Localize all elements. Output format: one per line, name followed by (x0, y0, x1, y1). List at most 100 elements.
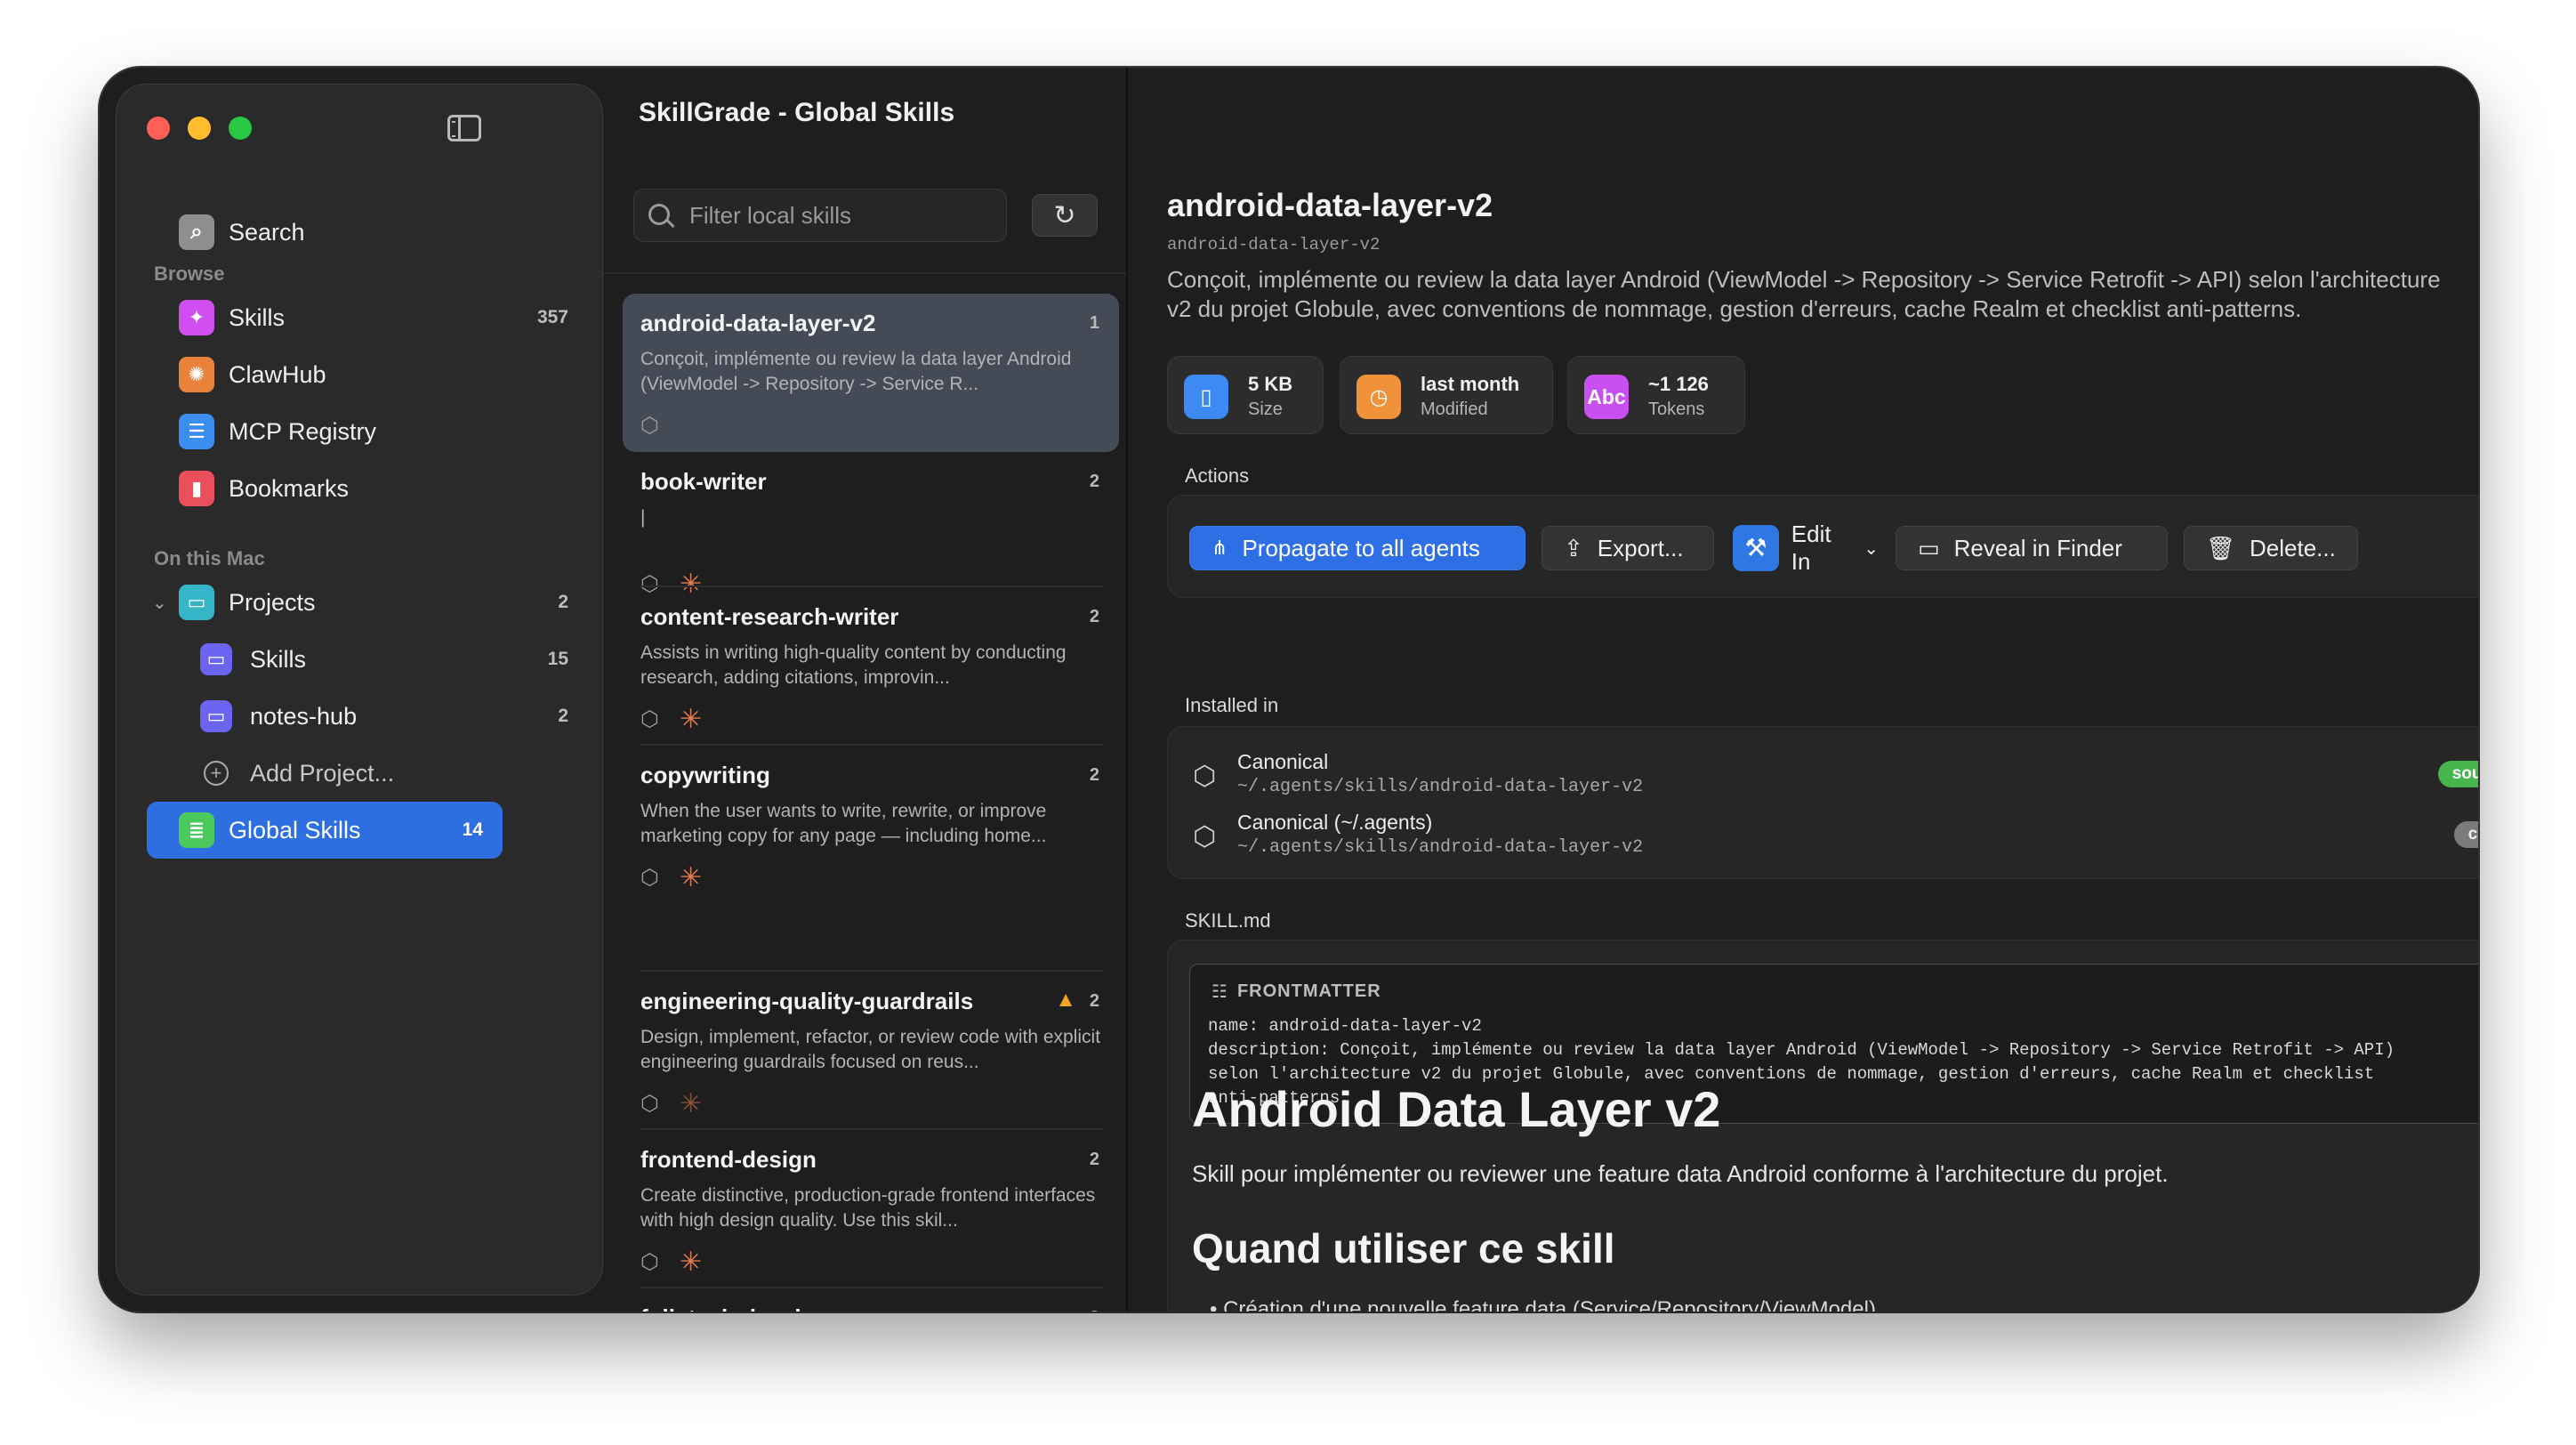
stat-value: 5 KB (1248, 373, 1293, 395)
sidebar-item-count: 357 (536, 307, 568, 327)
list-item[interactable]: content-research-writer 2 Assists in wri… (623, 587, 1119, 746)
chevron-down-icon: ⌄ (1864, 538, 1879, 559)
sidebar-item-label: Skills (250, 645, 307, 673)
button-label: Reveal in Finder (1953, 534, 2122, 561)
divider (603, 272, 1126, 274)
button-label: Edit In (1791, 521, 1831, 575)
list-item[interactable]: frontend-design 2 Create distinctive, pr… (623, 1130, 1119, 1288)
sidebar-item-label: Search (229, 218, 305, 246)
zoom-window-button[interactable] (229, 117, 252, 140)
document-icon: ▯ (1184, 375, 1228, 419)
skill-title: android-data-layer-v2 (1167, 187, 1493, 223)
cube-icon: ⬡ (640, 1250, 659, 1274)
stat-value: last month (1421, 373, 1520, 395)
markdown-paragraph: Skill pour implémenter ou reviewer une f… (1192, 1160, 2169, 1187)
chevron-down-icon[interactable]: ⌄ (152, 592, 167, 614)
delete-button[interactable]: 🗑︎ Delete... (2184, 526, 2358, 570)
claude-star-icon: ✳ (680, 1247, 703, 1277)
lobster-icon: ✺ (179, 357, 214, 392)
source-badge: source (2437, 761, 2478, 787)
sidebar-item-mcp-registry[interactable]: ☰ MCP Registry (117, 403, 604, 460)
cube-icon: ⬡ (640, 707, 659, 731)
skill-name: content-research-writer (640, 603, 899, 630)
refresh-icon: ↻ (1053, 200, 1076, 230)
skill-name: copywriting (640, 762, 770, 788)
sidebar-item-project-notes-hub[interactable]: ▭ notes-hub 2 (117, 688, 604, 745)
list-item-text: Création d'une nouvelle feature data (Se… (1223, 1297, 1876, 1312)
skill-install-count: 2 (1089, 765, 1099, 785)
sidebar-toggle-icon[interactable] (447, 115, 481, 141)
sidebar-item-skills[interactable]: ✦ Skills 357 (117, 289, 604, 346)
minimize-window-button[interactable] (188, 117, 211, 140)
add-project-label: Add Project... (250, 759, 395, 787)
sidebar-item-global-skills[interactable]: ≣ Global Skills 14 (147, 802, 503, 859)
propagate-button[interactable]: ⋔ Propagate to all agents (1189, 526, 1525, 570)
installed-location-row[interactable]: ⬡ Canonical (~/.agents) ~/.agents/skills… (1168, 803, 2478, 864)
refresh-button[interactable]: ↻ (1032, 194, 1098, 237)
folder-icon: ▭ (179, 585, 214, 620)
sidebar-item-bookmarks[interactable]: ▮ Bookmarks (117, 460, 604, 517)
filter-input[interactable] (689, 190, 992, 241)
close-window-button[interactable] (147, 117, 170, 140)
stat-label: Size (1248, 400, 1283, 419)
skill-description: | (640, 507, 646, 528)
skill-install-count: 2 (1089, 607, 1099, 626)
sidebar-item-count: 2 (558, 706, 568, 726)
claude-star-icon: ✳ (680, 863, 703, 892)
cube-icon: ⬡ (1193, 822, 1217, 852)
sidebar-item-clawhub[interactable]: ✺ ClawHub (117, 346, 604, 403)
server-icon: ☰ (179, 414, 214, 449)
sidebar-item-project-skills[interactable]: ▭ Skills 15 (117, 631, 604, 688)
actions-panel: ⋔ Propagate to all agents ⇪ Export... ⚒ … (1167, 495, 2478, 598)
cube-icon: ⬡ (640, 866, 659, 890)
stack-icon: ≣ (179, 812, 214, 848)
frontmatter-label: FRONTMATTER (1236, 981, 1381, 1001)
skill-install-count: 2 (1089, 1150, 1099, 1169)
add-project-button[interactable]: + Add Project... (117, 745, 604, 802)
button-label: Propagate to all agents (1242, 534, 1480, 561)
skill-description: Assists in writing high-quality content … (640, 642, 1067, 688)
sidebar-item-label: notes-hub (250, 702, 358, 730)
sidebar-item-count: 15 (547, 649, 568, 669)
button-label: Export... (1597, 534, 1684, 561)
edit-in-button[interactable]: ⚒ Edit In ⌄ (1730, 521, 1880, 575)
stat-value: ~1 126 (1648, 373, 1709, 395)
sidebar: ⌕ Search Browse ✦ Skills 357 ✺ ClawHub ☰… (116, 84, 603, 1296)
reveal-in-finder-button[interactable]: ▭ Reveal in Finder (1896, 526, 2168, 570)
skill-detail-pane: android-data-layer-v2 android-data-layer… (1130, 68, 2478, 1312)
text-abc-icon: Abc (1584, 375, 1629, 419)
install-name: Canonical (~/.agents) (1237, 811, 1433, 834)
filter-field[interactable] (633, 189, 1007, 242)
install-path: ~/.agents/skills/android-data-layer-v2 (1237, 777, 1644, 797)
export-button[interactable]: ⇪ Export... (1542, 526, 1714, 570)
stat-label: Tokens (1648, 400, 1705, 419)
copy-badge: copy (2453, 821, 2478, 848)
skill-name: book-writer (640, 468, 767, 495)
cube-icon: ⬡ (640, 1092, 659, 1116)
skill-install-count: 1 (1089, 313, 1099, 333)
search-icon (648, 204, 670, 225)
list-item[interactable]: engineering-quality-guardrails ▲ 2 Desig… (623, 972, 1119, 1130)
on-this-mac-section-header: On this Mac (154, 547, 265, 569)
share-icon: ⇪ (1564, 534, 1583, 561)
button-label: Delete... (2250, 534, 2336, 561)
installed-section-label: Installed in (1185, 694, 1279, 716)
sidebar-item-projects[interactable]: ⌄ ▭ Projects 2 (117, 574, 604, 631)
sparkles-icon: ✦ (179, 300, 214, 335)
folder-icon: ▭ (200, 643, 232, 675)
sidebar-item-label: Global Skills (229, 816, 361, 844)
list-item[interactable]: android-data-layer-v2 1 Conçoit, impléme… (623, 294, 1119, 452)
skill-description: Design, implement, refactor, or review c… (640, 1027, 1101, 1072)
installed-location-row[interactable]: ⬡ Canonical ~/.agents/skills/android-dat… (1168, 743, 2478, 803)
skills-list-pane: SkillGrade - Global Skills ↻ android-dat… (603, 68, 1128, 1312)
list-item[interactable]: fullstack-developer 2 | (623, 1288, 1119, 1312)
sidebar-item-label: Projects (229, 588, 316, 616)
skill-description: Conçoit, implémente ou review la data la… (640, 349, 1072, 394)
sidebar-item-search[interactable]: ⌕ Search (117, 204, 604, 261)
install-path: ~/.agents/skills/android-data-layer-v2 (1237, 837, 1644, 858)
skill-identifier: android-data-layer-v2 (1167, 235, 1381, 254)
skill-name: frontend-design (640, 1146, 817, 1173)
list-item[interactable]: copywriting 2 When the user wants to wri… (623, 746, 1119, 904)
skill-install-count: 2 (1089, 991, 1099, 1011)
stat-label: Modified (1421, 400, 1488, 419)
